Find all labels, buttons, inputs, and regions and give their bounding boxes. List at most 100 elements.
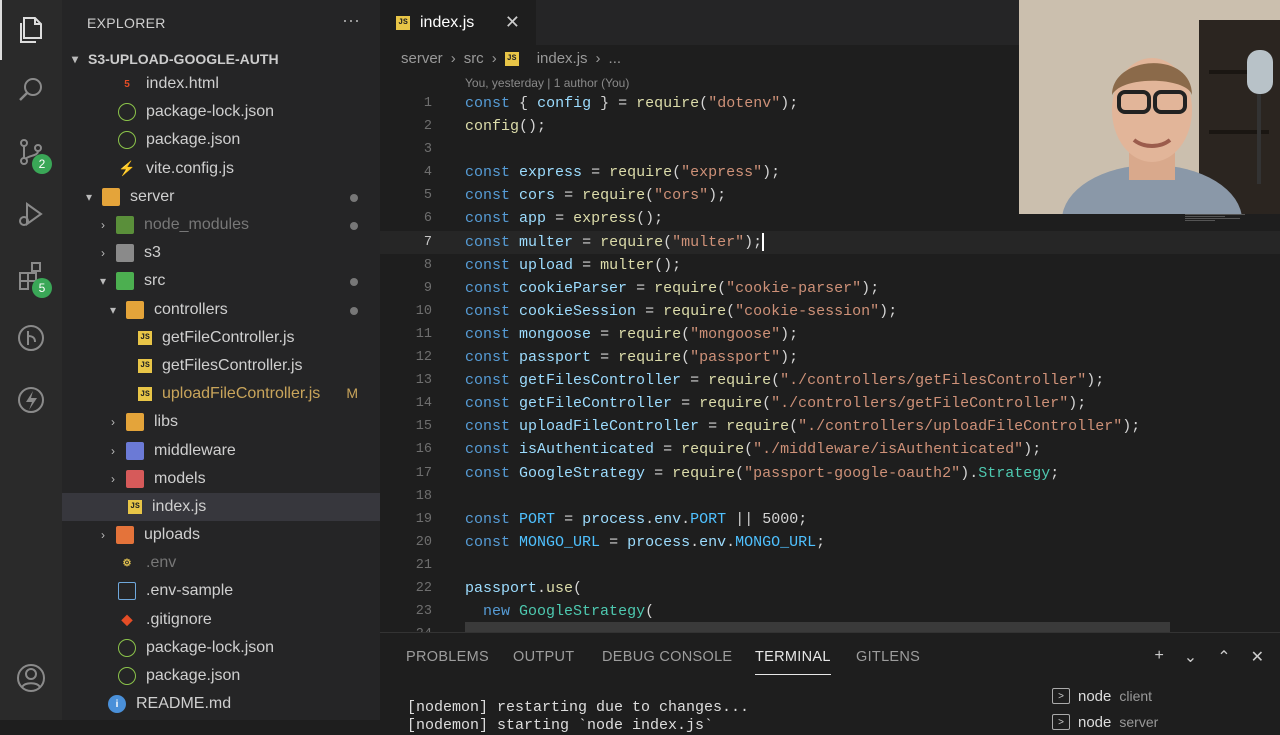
breadcrumb-file[interactable]: index.js xyxy=(537,50,588,67)
tree-item-index-js[interactable]: JS index.js xyxy=(62,492,380,521)
account-icon[interactable] xyxy=(0,648,62,708)
terminal-item-server[interactable]: > node server xyxy=(1052,709,1272,735)
gitlens-icon[interactable] xyxy=(0,308,62,368)
code-line[interactable]: 13 const getFilesController = require("./… xyxy=(380,369,1280,392)
code-text[interactable]: const passport = require("passport"); xyxy=(465,346,798,369)
gitlens-blame-annotation[interactable]: You, yesterday | 1 author (You) xyxy=(465,76,629,90)
tab-problems[interactable]: PROBLEMS xyxy=(406,649,489,665)
source-control-icon[interactable]: 2 xyxy=(0,122,62,182)
tab-debug-console[interactable]: DEBUG CONSOLE xyxy=(602,649,732,665)
tree-item-controllers[interactable]: ▾ controllers xyxy=(62,296,380,324)
bottom-panel: PROBLEMS OUTPUT DEBUG CONSOLE TERMINAL G… xyxy=(380,632,1280,734)
code-text[interactable]: config(); xyxy=(465,115,546,138)
activity-bar: 2 5 xyxy=(0,0,62,720)
breadcrumb-symbol[interactable]: ... xyxy=(609,50,622,67)
code-text[interactable]: const app = express(); xyxy=(465,207,663,230)
tree-item-package-json-2[interactable]: package.json xyxy=(62,662,380,690)
code-text[interactable]: const GoogleStrategy = require("passport… xyxy=(465,462,1059,485)
code-text[interactable]: const { config } = require("dotenv"); xyxy=(465,92,798,115)
tree-item-uploadfilecontroller[interactable]: JS uploadFileController.js M xyxy=(62,380,380,408)
search-icon[interactable] xyxy=(0,60,62,120)
code-text[interactable]: const cookieParser = require("cookie-par… xyxy=(465,277,879,300)
code-text[interactable]: const express = require("express"); xyxy=(465,161,780,184)
tree-item-libs[interactable]: › libs xyxy=(62,408,380,436)
tree-item-s3[interactable]: › s3 xyxy=(62,239,380,267)
line-number: 22 xyxy=(415,580,432,596)
code-line[interactable]: 7 const multer = require("multer"); xyxy=(380,230,1280,254)
tree-item-index-html[interactable]: 5 index.html xyxy=(62,70,380,98)
tree-item-src[interactable]: ▾ src xyxy=(62,267,380,295)
tree-item-gitignore[interactable]: ◆ .gitignore xyxy=(62,606,380,634)
tree-item-env-sample[interactable]: .env-sample xyxy=(62,577,380,605)
workspace-root[interactable]: ▾ S3-UPLOAD-GOOGLE-AUTH xyxy=(62,48,380,70)
code-line[interactable]: 15 const uploadFileController = require("… xyxy=(380,415,1280,438)
code-line[interactable]: 17 const GoogleStrategy = require("passpo… xyxy=(380,462,1280,485)
code-line[interactable]: 14 const getFileController = require("./c… xyxy=(380,392,1280,415)
tree-item-package-lock-json[interactable]: package-lock.json xyxy=(62,98,380,126)
code-text[interactable]: const uploadFileController = require("./… xyxy=(465,415,1140,438)
tree-item-readme[interactable]: i README.md xyxy=(62,690,380,718)
line-number: 8 xyxy=(423,257,432,273)
tree-item-models[interactable]: › models xyxy=(62,465,380,493)
tree-item-uploads[interactable]: › uploads xyxy=(62,521,380,549)
tree-item-package-json[interactable]: package.json xyxy=(62,126,380,154)
tree-item-getfilecontroller[interactable]: JS getFileController.js xyxy=(62,324,380,352)
modified-dot xyxy=(350,278,358,287)
code-text[interactable]: const cookieSession = require("cookie-se… xyxy=(465,300,897,323)
close-icon[interactable]: ✕ xyxy=(1251,647,1264,667)
code-line[interactable]: 19 const PORT = process.env.PORT || 5000; xyxy=(380,508,1280,531)
chevron-down-icon[interactable]: ⌄ xyxy=(1184,647,1197,667)
code-line[interactable]: 9 const cookieParser = require("cookie-pa… xyxy=(380,277,1280,300)
thunder-client-icon[interactable] xyxy=(0,370,62,430)
code-text[interactable]: const mongoose = require("mongoose"); xyxy=(465,323,798,346)
horizontal-scrollbar[interactable] xyxy=(465,622,1170,632)
tree-item-env[interactable]: ⚙ .env xyxy=(62,549,380,577)
code-text[interactable]: const getFileController = require("./con… xyxy=(465,392,1086,415)
breadcrumb-server[interactable]: server xyxy=(401,50,443,67)
code-line[interactable]: 21 xyxy=(380,554,1280,577)
code-text[interactable]: const upload = multer(); xyxy=(465,254,681,277)
code-line[interactable]: 22 passport.use( xyxy=(380,577,1280,600)
new-terminal-icon[interactable]: + xyxy=(1154,647,1163,667)
code-text[interactable]: new GoogleStrategy( xyxy=(465,600,654,623)
code-line[interactable]: 11 const mongoose = require("mongoose"); xyxy=(380,323,1280,346)
close-icon[interactable]: ✕ xyxy=(505,12,520,33)
code-text[interactable]: const multer = require("multer"); xyxy=(465,231,765,254)
terminal-item-client[interactable]: > node client xyxy=(1052,683,1272,709)
tree-item-middleware[interactable]: › middleware xyxy=(62,436,380,464)
tree-item-node-modules[interactable]: › node_modules xyxy=(62,211,380,239)
tree-item-getfilescontroller[interactable]: JS getFilesController.js xyxy=(62,352,380,380)
run-debug-icon[interactable] xyxy=(0,184,62,244)
code-line[interactable]: 23 new GoogleStrategy( xyxy=(380,600,1280,623)
code-line[interactable]: 12 const passport = require("passport"); xyxy=(380,346,1280,369)
code-line[interactable]: 18 xyxy=(380,485,1280,508)
extensions-icon[interactable]: 5 xyxy=(0,246,62,306)
tree-item-vite-config[interactable]: ⚡ vite.config.js xyxy=(62,155,380,183)
line-number: 18 xyxy=(415,488,432,504)
tree-item-server[interactable]: ▾ server xyxy=(62,183,380,211)
code-text[interactable]: const MONGO_URL = process.env.MONGO_URL; xyxy=(465,531,825,554)
more-actions-button[interactable]: ··· xyxy=(342,10,360,31)
tab-output[interactable]: OUTPUT xyxy=(513,649,574,665)
code-line[interactable]: 16 const isAuthenticated = require("./mid… xyxy=(380,438,1280,461)
tab-terminal[interactable]: TERMINAL xyxy=(755,649,831,675)
breadcrumb-src[interactable]: src xyxy=(464,50,484,67)
line-number: 12 xyxy=(415,350,432,366)
explorer-icon[interactable] xyxy=(0,0,62,60)
tree-item-package-lock-json-2[interactable]: package-lock.json xyxy=(62,634,380,662)
code-text[interactable]: passport.use( xyxy=(465,577,582,600)
code-text[interactable]: const cors = require("cors"); xyxy=(465,184,726,207)
code-line[interactable]: 8 const upload = multer(); xyxy=(380,254,1280,277)
chevron-right-icon: › xyxy=(111,415,115,430)
chevron-right-icon: › xyxy=(101,528,105,543)
minimap[interactable] xyxy=(1185,214,1245,226)
tab-index-js[interactable]: JS index.js ✕ xyxy=(380,0,536,45)
code-text[interactable]: const getFilesController = require("./co… xyxy=(465,369,1104,392)
maximize-panel-icon[interactable]: ⌃ xyxy=(1217,647,1230,667)
code-line[interactable]: 10 const cookieSession = require("cookie-… xyxy=(380,300,1280,323)
code-text[interactable]: const PORT = process.env.PORT || 5000; xyxy=(465,508,807,531)
folder-icon xyxy=(102,187,120,206)
code-line[interactable]: 20 const MONGO_URL = process.env.MONGO_UR… xyxy=(380,531,1280,554)
tab-gitlens[interactable]: GITLENS xyxy=(856,649,920,665)
code-text[interactable]: const isAuthenticated = require("./middl… xyxy=(465,438,1041,461)
